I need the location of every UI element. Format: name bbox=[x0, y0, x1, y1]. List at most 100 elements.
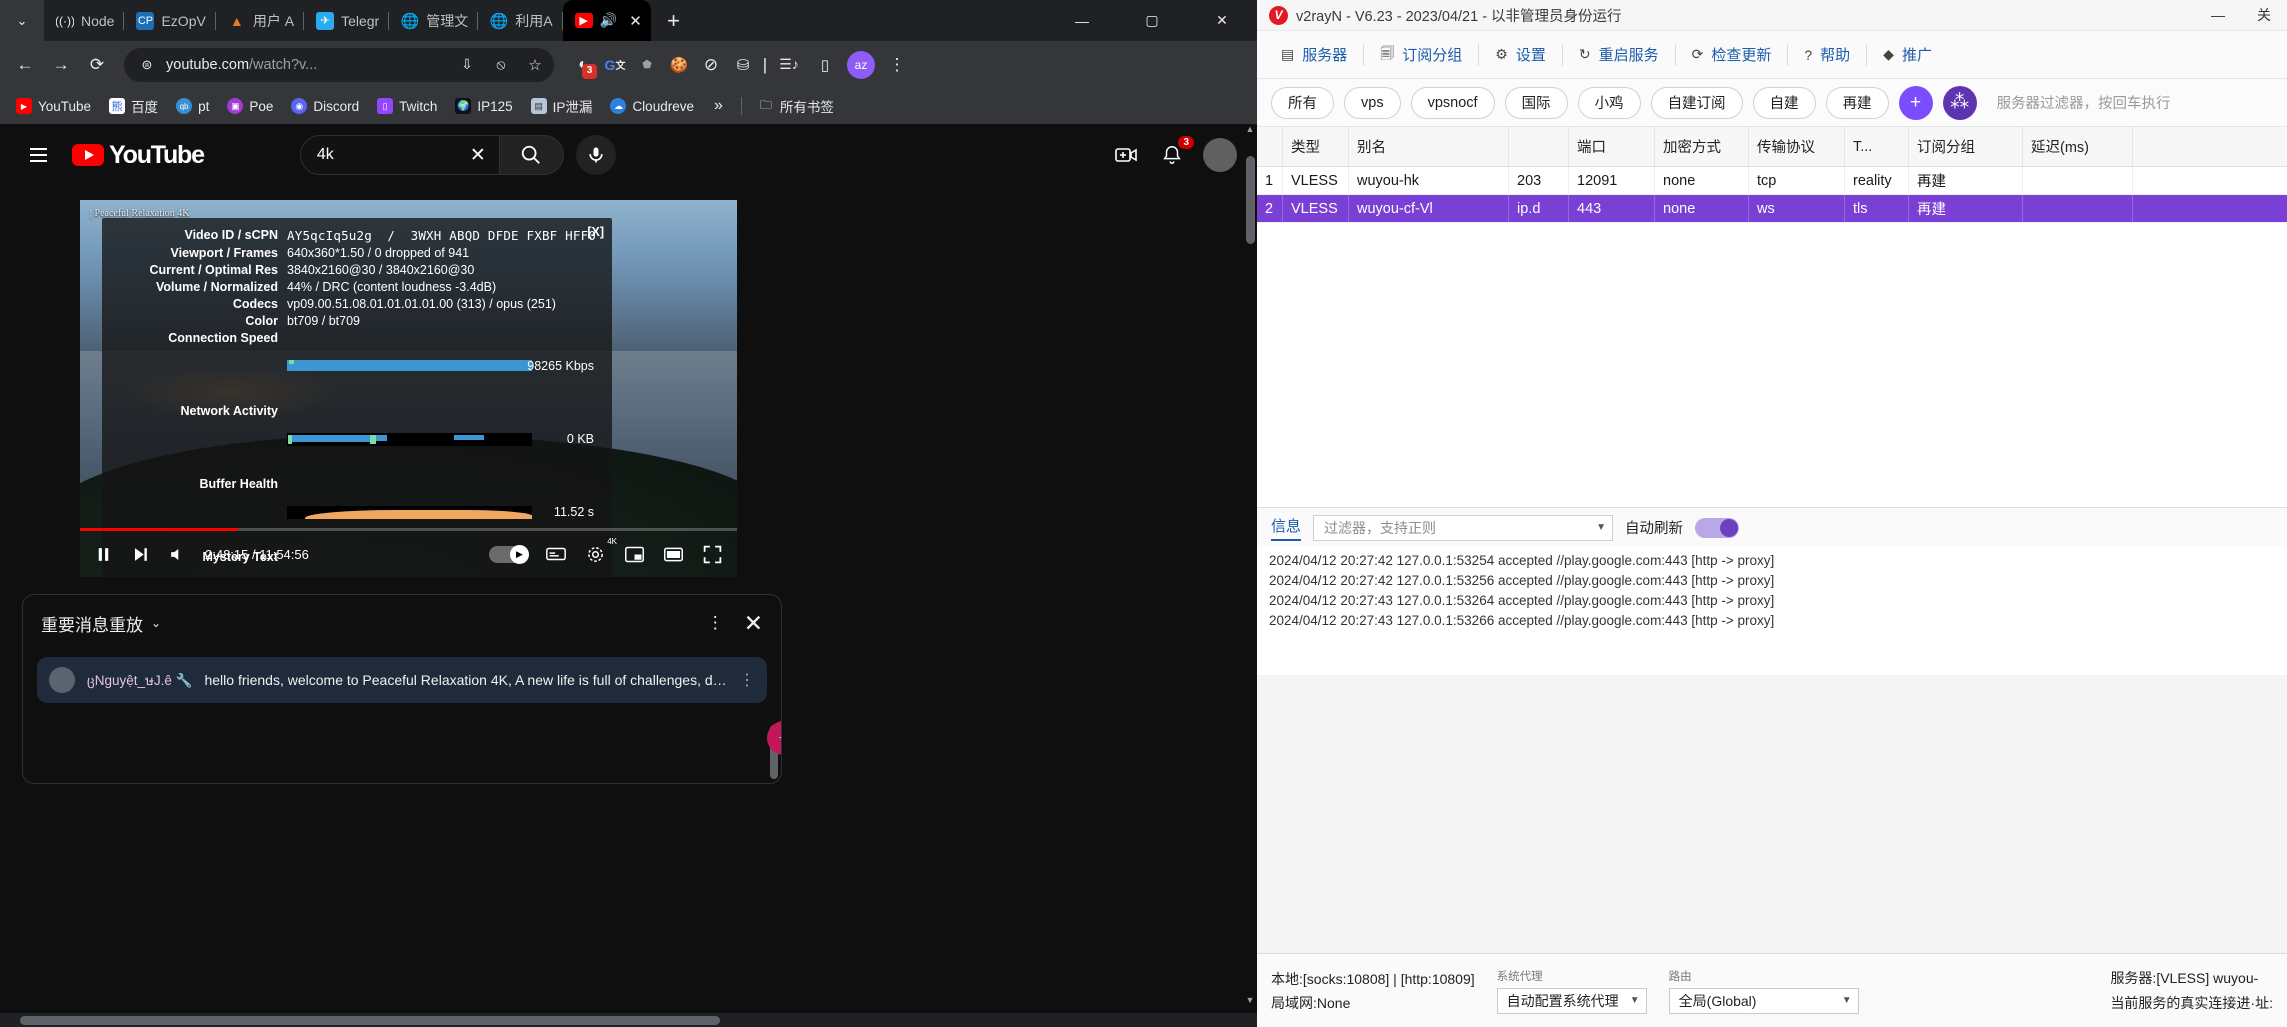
column-header-tls[interactable]: T... bbox=[1845, 127, 1909, 166]
bell-icon[interactable]: 3 bbox=[1157, 136, 1194, 170]
dark-reader-icon[interactable]: ◐ 3 bbox=[568, 50, 598, 80]
fullscreen-icon[interactable] bbox=[702, 544, 723, 565]
add-server-button[interactable]: + bbox=[1898, 85, 1933, 120]
column-header-delay[interactable]: 延迟(ms) bbox=[2023, 127, 2133, 166]
menu-item-help[interactable]: ? 帮助 bbox=[1788, 38, 1866, 72]
star-icon[interactable]: ☆ bbox=[522, 48, 548, 82]
create-video-icon[interactable] bbox=[1111, 140, 1141, 170]
youtube-logo[interactable]: YouTube bbox=[72, 141, 205, 170]
column-header-alias[interactable]: 别名 bbox=[1349, 127, 1509, 166]
table-row[interactable]: 2 VLESS wuyou-cf-Vl ip.d 443 none ws tls… bbox=[1257, 195, 2287, 223]
scroll-up-arrow-icon[interactable]: ▲ bbox=[1243, 124, 1257, 140]
site-settings-icon[interactable]: ⊜ bbox=[136, 54, 158, 76]
menu-item-restart-service[interactable]: ↻ 重启服务 bbox=[1563, 38, 1675, 72]
menu-item-subscriptions[interactable]: 🗐 订阅分组 bbox=[1364, 38, 1478, 72]
column-header-network[interactable]: 传输协议 bbox=[1749, 127, 1845, 166]
filter-chip-self[interactable]: 自建 bbox=[1752, 86, 1816, 119]
system-proxy-dropdown[interactable]: 自动配置系统代理 ▼ bbox=[1496, 987, 1647, 1014]
all-bookmarks-button[interactable]: 🗀 所有书签 bbox=[750, 92, 842, 120]
browser-tab[interactable]: ((·)) Node bbox=[44, 0, 125, 41]
browser-tab-active-youtube[interactable]: ▶ 🔊 ✕ bbox=[562, 0, 651, 41]
bookmark-discord[interactable]: ◉ Discord bbox=[283, 94, 367, 118]
filter-chip-vpsnocf[interactable]: vpsnocf bbox=[1410, 86, 1495, 119]
filter-chip-xiaoji[interactable]: 小鸡 bbox=[1577, 86, 1641, 119]
lastpass-icon[interactable]: ⬟ bbox=[632, 50, 662, 80]
filter-chip-vps[interactable]: vps bbox=[1344, 86, 1401, 119]
video-player[interactable]: | Peaceful Relaxation 4K [X] Video ID / … bbox=[80, 200, 737, 577]
column-header-port[interactable]: 端口 bbox=[1569, 127, 1655, 166]
tab-search-chevron-icon[interactable]: ⌄ bbox=[0, 0, 44, 41]
extensions-puzzle-icon[interactable]: ⛁ bbox=[728, 50, 758, 80]
column-header-address[interactable] bbox=[1509, 127, 1569, 166]
page-horizontal-scrollbar[interactable] bbox=[0, 1013, 1257, 1027]
eye-off-icon[interactable]: ⦸ bbox=[488, 48, 514, 82]
column-header-index[interactable] bbox=[1257, 127, 1283, 166]
profile-avatar[interactable]: az bbox=[844, 48, 878, 82]
miniplayer-icon[interactable] bbox=[624, 544, 645, 565]
pause-icon[interactable] bbox=[94, 545, 113, 564]
adblock-icon[interactable]: ⊘ bbox=[696, 50, 726, 80]
close-window-button[interactable]: ✕ bbox=[1187, 0, 1257, 41]
stats-close-button[interactable]: [X] bbox=[587, 225, 604, 239]
next-icon[interactable] bbox=[131, 545, 150, 564]
google-translate-icon[interactable]: G文 bbox=[600, 50, 630, 80]
speaker-icon[interactable]: 🔊 bbox=[600, 12, 618, 30]
autoplay-toggle[interactable]: ▶ bbox=[489, 544, 529, 564]
bookmark-ip-leak[interactable]: ▤ IP泄漏 bbox=[523, 92, 601, 120]
voice-search-button[interactable] bbox=[575, 135, 616, 175]
bookmark-twitch[interactable]: ▯ Twitch bbox=[369, 94, 445, 118]
account-avatar[interactable] bbox=[1203, 138, 1237, 172]
page-scrollbar[interactable]: ▲ ▼ bbox=[1243, 124, 1257, 1027]
clear-search-icon[interactable]: ✕ bbox=[465, 144, 491, 167]
menu-item-servers[interactable]: ▤ 服务器 bbox=[1265, 38, 1363, 72]
menu-item-promote[interactable]: ◆ 推广 bbox=[1867, 38, 1948, 72]
column-header-security[interactable]: 加密方式 bbox=[1655, 127, 1749, 166]
hamburger-icon[interactable] bbox=[20, 137, 56, 173]
chevron-down-icon[interactable]: ▼ bbox=[1596, 522, 1606, 533]
bookmark-youtube[interactable]: ▶ YouTube bbox=[8, 94, 99, 118]
chevron-down-icon[interactable]: ▼ bbox=[1842, 995, 1852, 1006]
scroll-down-arrow-icon[interactable]: ▼ bbox=[1243, 995, 1257, 1011]
filter-chip-self-sub[interactable]: 自建订阅 bbox=[1650, 86, 1743, 119]
column-header-group[interactable]: 订阅分组 bbox=[1909, 127, 2023, 166]
bookmarks-overflow-icon[interactable]: » bbox=[704, 97, 733, 115]
minimize-button[interactable]: — bbox=[1047, 0, 1117, 41]
close-tab-icon[interactable]: ✕ bbox=[625, 10, 647, 32]
browser-tab[interactable]: ▲ 用户 A bbox=[216, 0, 305, 41]
log-filter-input[interactable]: 过滤器，支持正则 ▼ bbox=[1313, 514, 1614, 541]
tab-info[interactable]: 信息 bbox=[1271, 515, 1302, 541]
bookmark-pt[interactable]: qb pt bbox=[168, 94, 217, 118]
close-chat-icon[interactable]: ✕ bbox=[744, 610, 763, 637]
cookie-icon[interactable]: 🍪 bbox=[664, 50, 694, 80]
v2rayn-log-output[interactable]: 2024/04/12 20:27:42 127.0.0.1:53254 acce… bbox=[1257, 547, 2287, 675]
back-button[interactable]: ← bbox=[8, 48, 42, 82]
bookmark-baidu[interactable]: 熊 百度 bbox=[101, 92, 166, 120]
gear-icon[interactable]: 4K bbox=[585, 537, 617, 565]
chat-menu-icon[interactable]: ⋮ bbox=[707, 613, 724, 633]
filter-chip-international[interactable]: 国际 bbox=[1504, 86, 1568, 119]
search-button[interactable] bbox=[499, 135, 564, 175]
address-bar[interactable]: ⊜ youtube.com/watch?v... ⇩ ⦸ ☆ bbox=[124, 47, 554, 82]
v2rayn-close-button[interactable]: 关 bbox=[2241, 0, 2287, 31]
filter-chip-rebuild[interactable]: 再建 bbox=[1825, 86, 1889, 119]
subtitles-icon[interactable] bbox=[545, 543, 567, 565]
page-hscrollbar-thumb[interactable] bbox=[20, 1016, 720, 1025]
bookmark-ip125[interactable]: 🌍 IP125 bbox=[447, 94, 520, 118]
routing-dropdown[interactable]: 全局(Global) ▼ bbox=[1668, 987, 1859, 1014]
server-filter-input[interactable]: 服务器过滤器，按回车执行 bbox=[1997, 92, 2171, 113]
chevron-down-icon[interactable]: ⌄ bbox=[151, 616, 161, 630]
browser-tab[interactable]: ✈ Telegr bbox=[304, 0, 390, 41]
maximize-button[interactable]: ▢ bbox=[1117, 0, 1187, 41]
filter-chip-all[interactable]: 所有 bbox=[1271, 86, 1334, 119]
column-header-type[interactable]: 类型 bbox=[1283, 127, 1349, 166]
chevron-down-icon[interactable]: ▼ bbox=[1630, 995, 1640, 1006]
table-row[interactable]: 1 VLESS wuyou-hk 203 12091 none tcp real… bbox=[1257, 167, 2287, 195]
side-panel-icon[interactable]: ▯ bbox=[808, 48, 842, 82]
new-tab-button[interactable]: + bbox=[657, 4, 691, 38]
volume-icon[interactable] bbox=[168, 545, 187, 564]
forward-button[interactable]: → bbox=[44, 48, 78, 82]
theater-icon[interactable] bbox=[663, 544, 684, 565]
install-app-icon[interactable]: ⇩ bbox=[454, 48, 480, 82]
v2rayn-minimize-button[interactable]: — bbox=[2195, 0, 2241, 31]
auto-refresh-toggle[interactable] bbox=[1695, 517, 1740, 538]
